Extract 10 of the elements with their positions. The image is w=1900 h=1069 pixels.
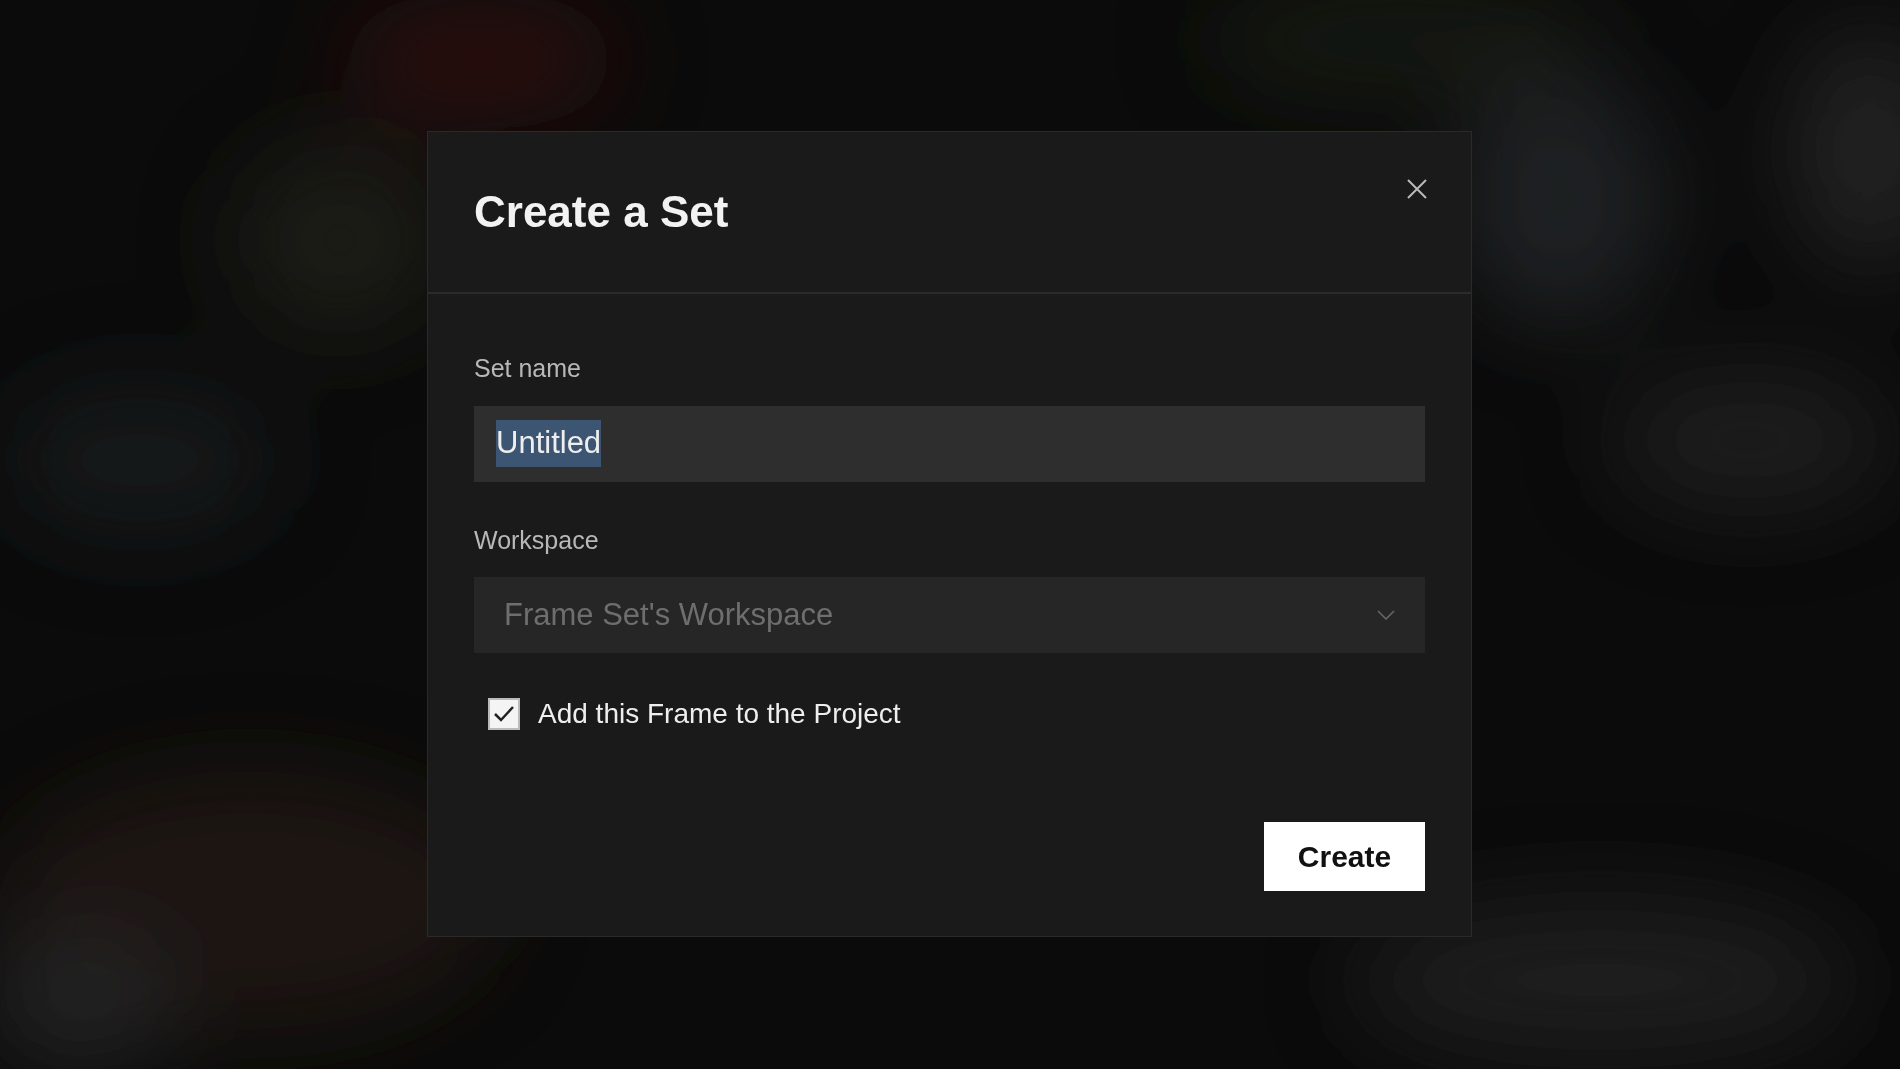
create-button[interactable]: Create	[1264, 822, 1425, 891]
chevron-down-icon	[1377, 610, 1395, 620]
field-label: Set name	[474, 353, 582, 384]
field-label: Workspace	[474, 524, 600, 556]
input-field[interactable]: Untitled	[474, 405, 1425, 482]
checkbox-label: Add this Frame to the Project	[538, 697, 901, 731]
checkbox[interactable]	[488, 698, 520, 730]
close-icon	[1407, 178, 1427, 199]
check-icon	[493, 705, 515, 723]
dialog-title: Create a Set	[474, 185, 729, 238]
